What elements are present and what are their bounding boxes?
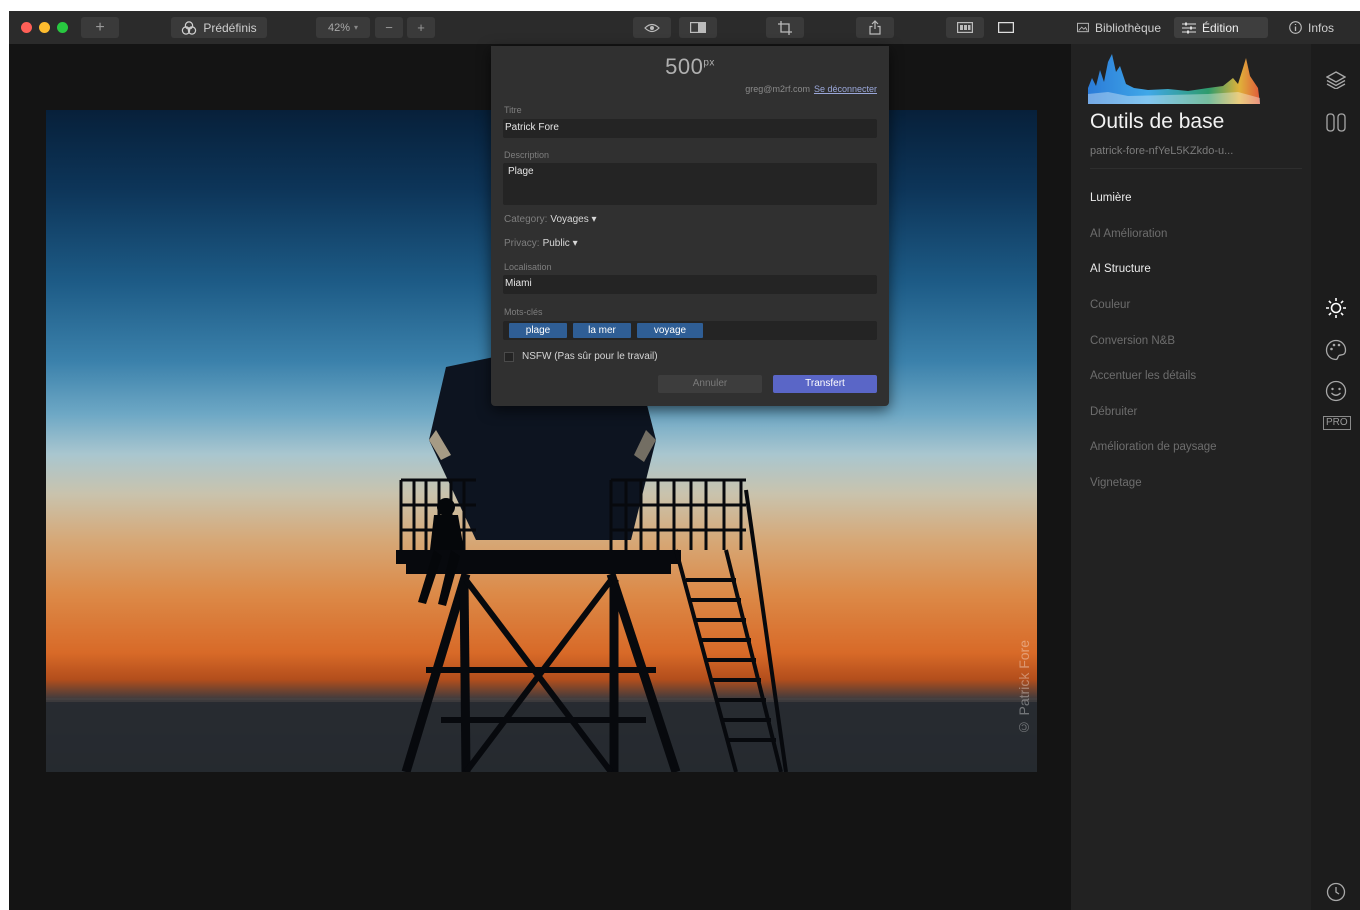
tool-bw-conversion[interactable]: Conversion N&B — [1090, 335, 1175, 347]
single-image-icon — [998, 22, 1014, 33]
tab-info[interactable]: Infos — [1281, 17, 1351, 38]
keywords-field[interactable]: plage la mer voyage — [503, 321, 877, 340]
split-view-icon — [690, 22, 706, 33]
tool-sharpen-details[interactable]: Accentuer les détails — [1090, 370, 1196, 382]
app-window: + Prédéfinis 42% ▾ − + Bibliothèque Édit… — [9, 11, 1360, 910]
tool-light[interactable]: Lumière — [1090, 192, 1132, 204]
plus-icon: + — [95, 18, 105, 36]
grid-view-button[interactable] — [946, 17, 984, 38]
layers-icon[interactable] — [1324, 68, 1348, 92]
keyword-tag[interactable]: plage — [509, 323, 567, 338]
add-button[interactable]: + — [81, 17, 119, 38]
location-label: Localisation — [504, 262, 552, 272]
tab-label: Édition — [1202, 20, 1239, 35]
logo-text: 500 — [665, 54, 704, 79]
photo-watermark: © Patrick Fore — [1016, 640, 1032, 736]
close-window-button[interactable] — [21, 22, 32, 33]
zoom-select[interactable]: 42% ▾ — [316, 17, 370, 38]
chevron-down-icon: ▾ — [354, 23, 359, 32]
description-label: Description — [504, 150, 550, 160]
tool-color[interactable]: Couleur — [1090, 299, 1130, 311]
preview-button[interactable] — [633, 17, 671, 38]
nsfw-checkbox[interactable] — [504, 352, 514, 362]
nsfw-label: NSFW (Pas sûr pour le travail) — [522, 351, 658, 362]
presets-icon — [182, 20, 197, 35]
share-icon — [869, 20, 881, 35]
face-icon[interactable] — [1324, 379, 1348, 403]
tool-ai-structure[interactable]: AI Structure — [1090, 263, 1151, 275]
info-icon — [1289, 21, 1302, 34]
filmstrip-icon — [957, 22, 973, 33]
tool-vignette[interactable]: Vignetage — [1090, 477, 1142, 489]
divider — [1090, 168, 1302, 169]
category-value: Voyages ▾ — [550, 214, 597, 225]
tab-label: Bibliothèque — [1094, 20, 1161, 35]
title-field[interactable]: Patrick Fore — [503, 119, 877, 138]
location-field[interactable]: Miami — [503, 275, 877, 294]
minimize-window-button[interactable] — [39, 22, 50, 33]
eye-icon — [644, 23, 660, 32]
account-email: greg@m2rf.com — [745, 84, 810, 94]
plus-icon: + — [417, 20, 425, 35]
category-label: Category: — [504, 214, 548, 225]
histogram — [1088, 54, 1260, 104]
tab-edit[interactable]: Édition — [1174, 17, 1268, 38]
keywords-label: Mots-clés — [504, 307, 543, 317]
share-button[interactable] — [856, 17, 894, 38]
crop-icon — [778, 20, 792, 35]
category-select[interactable]: Category: Voyages ▾ — [504, 214, 597, 225]
toolbar: + Prédéfinis 42% ▾ − + Bibliothèque Édit… — [9, 11, 1360, 45]
cancel-button[interactable]: Annuler — [658, 375, 762, 393]
tools-panel: Outils de base patrick-fore-nfYeL5KZkdo-… — [1071, 44, 1311, 910]
keyword-tag[interactable]: voyage — [637, 323, 703, 338]
privacy-label: Privacy: — [504, 238, 540, 249]
crop-button[interactable] — [766, 17, 804, 38]
tool-landscape-enhance[interactable]: Amélioration de paysage — [1090, 441, 1217, 453]
privacy-select[interactable]: Privacy: Public ▾ — [504, 238, 578, 249]
tab-library[interactable]: Bibliothèque — [1069, 17, 1169, 38]
library-icon — [1077, 22, 1089, 33]
upload-dialog: 500px greg@m2rf.com Se déconnecter Titre … — [491, 46, 889, 406]
panel-title: Outils de base — [1090, 110, 1225, 133]
tool-category-bar: PRO — [1311, 44, 1360, 910]
compare-icon[interactable] — [1324, 110, 1348, 134]
presets-button[interactable]: Prédéfinis — [171, 17, 267, 38]
pro-icon[interactable]: PRO — [1323, 416, 1351, 430]
sun-icon[interactable] — [1324, 296, 1348, 320]
keyword-tag[interactable]: la mer — [573, 323, 631, 338]
zoom-value: 42% — [327, 21, 350, 34]
zoom-window-button[interactable] — [57, 22, 68, 33]
zoom-in-button[interactable]: + — [407, 17, 435, 38]
description-field[interactable]: Plage — [503, 163, 877, 205]
service-logo: 500px — [491, 54, 889, 80]
privacy-value: Public ▾ — [542, 238, 578, 249]
file-name: patrick-fore-nfYeL5KZkdo-u... — [1090, 145, 1234, 157]
logo-sup: px — [703, 57, 715, 69]
compare-button[interactable] — [679, 17, 717, 38]
logout-link[interactable]: Se déconnecter — [814, 84, 877, 94]
upload-button[interactable]: Transfert — [773, 375, 877, 393]
minus-icon: − — [385, 20, 393, 35]
account-info: greg@m2rf.com Se déconnecter — [745, 84, 877, 94]
palette-icon[interactable] — [1324, 338, 1348, 362]
tool-denoise[interactable]: Débruiter — [1090, 406, 1137, 418]
sliders-icon — [1182, 22, 1196, 33]
single-view-button[interactable] — [987, 17, 1025, 38]
presets-label: Prédéfinis — [203, 20, 257, 35]
tool-ai-enhance[interactable]: AI Amélioration — [1090, 228, 1167, 240]
history-icon[interactable] — [1324, 880, 1348, 904]
title-label: Titre — [504, 105, 522, 115]
tab-label: Infos — [1308, 20, 1335, 35]
zoom-out-button[interactable]: − — [375, 17, 403, 38]
